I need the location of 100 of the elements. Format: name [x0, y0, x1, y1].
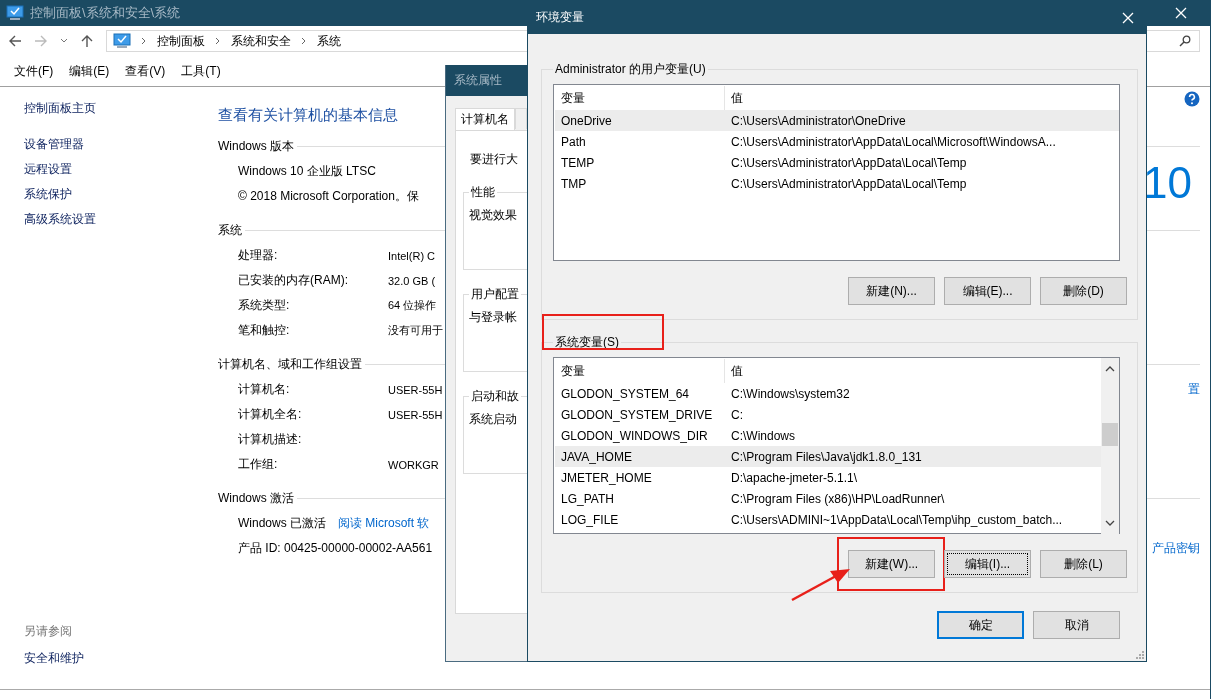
variable-name: OneDrive [560, 113, 613, 128]
list-row[interactable]: TEMP C:\Users\Administrator\AppData\Local\Temp [555, 152, 1119, 173]
search-icon [1179, 35, 1191, 47]
group-title: 系统变量(S) [555, 335, 619, 349]
variable-value: C:\Users\Administrator\AppData\Local\Temp [730, 176, 968, 191]
variable-value: C:\Program Files (x86)\HP\LoadRunner\ [730, 491, 946, 506]
back-icon[interactable] [8, 34, 22, 48]
column-header[interactable]: 变量 [555, 359, 725, 383]
computer-icon [6, 5, 24, 21]
info-label: 计算机全名: [238, 406, 303, 423]
group-text: 与登录帐 [469, 309, 518, 326]
dialog-button[interactable]: 编辑(E)... [944, 277, 1031, 305]
tab[interactable]: 计算机名 [455, 108, 515, 130]
info-value: 64 位操作 [388, 298, 437, 313]
info-value: 32.0 GB ( [388, 274, 436, 287]
info-value: Intel(R) C [388, 249, 436, 262]
chevron-icon [301, 37, 307, 45]
window-title: 控制面板\系统和安全\系统 [30, 4, 181, 22]
variable-value: D:\apache-jmeter-5.1.1\ [730, 470, 859, 485]
dialog-button[interactable]: 取消 [1033, 611, 1120, 639]
menu-item[interactable]: 查看(V) [125, 62, 166, 80]
chevron-icon [141, 37, 147, 45]
variable-name: JMETER_HOME [560, 470, 653, 485]
group-title: Administrator 的用户变量(U) [555, 62, 706, 76]
info-label: 笔和触控: [238, 322, 291, 339]
dialog-button[interactable]: 编辑(I)... [944, 550, 1031, 578]
list-row[interactable]: Path C:\Users\Administrator\AppData\Local\Microsoft\WindowsA... [555, 131, 1119, 152]
sidebar-link[interactable]: 系统保护 [24, 186, 72, 202]
variable-value: C:\Users\Administrator\AppData\Local\Microsoft\WindowsA... [730, 134, 1057, 149]
license-link[interactable]: 阅读 Microsoft 软 [338, 515, 430, 532]
dialog-button[interactable]: 删除(L) [1040, 550, 1127, 578]
menu-item[interactable]: 工具(T) [181, 62, 221, 80]
intro-text: 要进行大 [470, 151, 519, 168]
dialog-button[interactable]: 新建(N)... [848, 277, 935, 305]
dialog-button[interactable]: 删除(D) [1040, 277, 1127, 305]
info-text: 产品 ID: 00425-00000-00002-AA561 [238, 540, 433, 557]
info-value: 没有可用于 [388, 323, 443, 338]
variable-value: C: [730, 407, 744, 422]
dialog-button[interactable]: 确定 [937, 611, 1024, 639]
info-text: Windows 10 企业版 LTSC [238, 163, 376, 180]
side-link[interactable]: 产品密钥 [1152, 540, 1200, 557]
sidebar-link[interactable]: 安全和维护 [24, 650, 84, 667]
dialog-button[interactable]: 新建(W)... [848, 550, 935, 578]
section-title: 系统 [218, 222, 242, 239]
info-label: 系统类型: [238, 297, 291, 314]
chevron-icon [215, 37, 221, 45]
variable-value: C:\Windows [730, 428, 796, 443]
variable-value: C:\Users\Administrator\AppData\Local\Temp [730, 155, 968, 170]
variable-name: JAVA_HOME [560, 449, 633, 464]
variable-value: C:\Windows\system32 [730, 386, 851, 401]
variable-name: GLODON_SYSTEM_64 [560, 386, 691, 401]
section-title: Windows 版本 [218, 138, 294, 155]
page-heading: 查看有关计算机的基本信息 [218, 106, 398, 125]
info-text: © 2018 Microsoft Corporation。保 [238, 188, 419, 205]
caret-icon[interactable] [60, 38, 68, 44]
close-icon[interactable] [1174, 6, 1188, 20]
column-header[interactable]: 值 [725, 359, 1101, 383]
list-row[interactable]: GLODON_WINDOWS_DIR C:\Windows [555, 425, 1101, 446]
menu-item[interactable]: 编辑(E) [69, 62, 110, 80]
info-value: USER-55H [388, 408, 443, 421]
side-link[interactable]: 置 [1188, 381, 1200, 398]
list-row[interactable]: LOG_FILE C:\Users\ADMINI~1\AppData\Local\Temp\ihp_custom_batch... [555, 509, 1101, 530]
group-title: 启动和故 [470, 388, 520, 405]
info-label: 计算机名: [238, 381, 291, 398]
info-value: USER-55H [388, 383, 443, 396]
info-label: 处理器: [238, 247, 279, 264]
info-value: WORKGR [388, 458, 439, 471]
sidebar-link[interactable]: 控制面板主页 [24, 100, 96, 116]
list-row[interactable]: TMP C:\Users\Administrator\AppData\Local\Temp [555, 173, 1119, 194]
variable-value: C:\Users\Administrator\OneDrive [730, 113, 907, 128]
list-row[interactable]: GLODON_SYSTEM_64 C:\Windows\system32 [555, 383, 1101, 404]
list-row[interactable]: JMETER_HOME D:\apache-jmeter-5.1.1\ [555, 467, 1101, 488]
list-row[interactable]: GLODON_SYSTEM_DRIVE C: [555, 404, 1101, 425]
help-icon[interactable] [1184, 91, 1200, 107]
variable-name: LG_PATH [560, 491, 615, 506]
variable-name: TEMP [560, 155, 596, 170]
sidebar-link[interactable]: 设备管理器 [24, 136, 84, 152]
menu-item[interactable]: 文件(F) [14, 62, 54, 80]
variable-value: C:\Users\ADMINI~1\AppData\Local\Temp\ihp_custom_batch... [730, 512, 1064, 527]
variable-name: Path [560, 134, 587, 149]
activation-status: Windows 已激活 [238, 515, 326, 532]
breadcrumb-link[interactable]: 控制面板 [157, 32, 205, 50]
variable-name: LOG_FILE [560, 512, 620, 527]
group-text: 系统启动 [469, 411, 518, 428]
sidebar-link[interactable]: 远程设置 [24, 161, 72, 177]
list-row[interactable]: OneDrive C:\Users\Administrator\OneDrive [555, 110, 1119, 131]
group-title: 用户配置 [470, 286, 520, 303]
breadcrumb-link[interactable]: 系统和安全 [231, 32, 291, 50]
breadcrumb-link[interactable]: 系统 [317, 32, 341, 50]
sidebar-link[interactable]: 高级系统设置 [24, 211, 96, 227]
variable-name: GLODON_WINDOWS_DIR [560, 428, 709, 443]
list-row[interactable]: LG_PATH C:\Program Files (x86)\HP\LoadRunner\ [555, 488, 1101, 509]
close-icon[interactable] [1121, 10, 1135, 25]
scrollbar[interactable] [1101, 358, 1119, 534]
column-header[interactable]: 值 [725, 86, 1119, 110]
variable-name: GLODON_SYSTEM_DRIVE [560, 407, 714, 422]
arrow [790, 566, 852, 602]
list-row[interactable]: JAVA_HOME C:\Program Files\Java\jdk1.8.0_131 [555, 446, 1101, 467]
info-label: 计算机描述: [238, 431, 303, 448]
up-icon[interactable] [80, 34, 94, 48]
